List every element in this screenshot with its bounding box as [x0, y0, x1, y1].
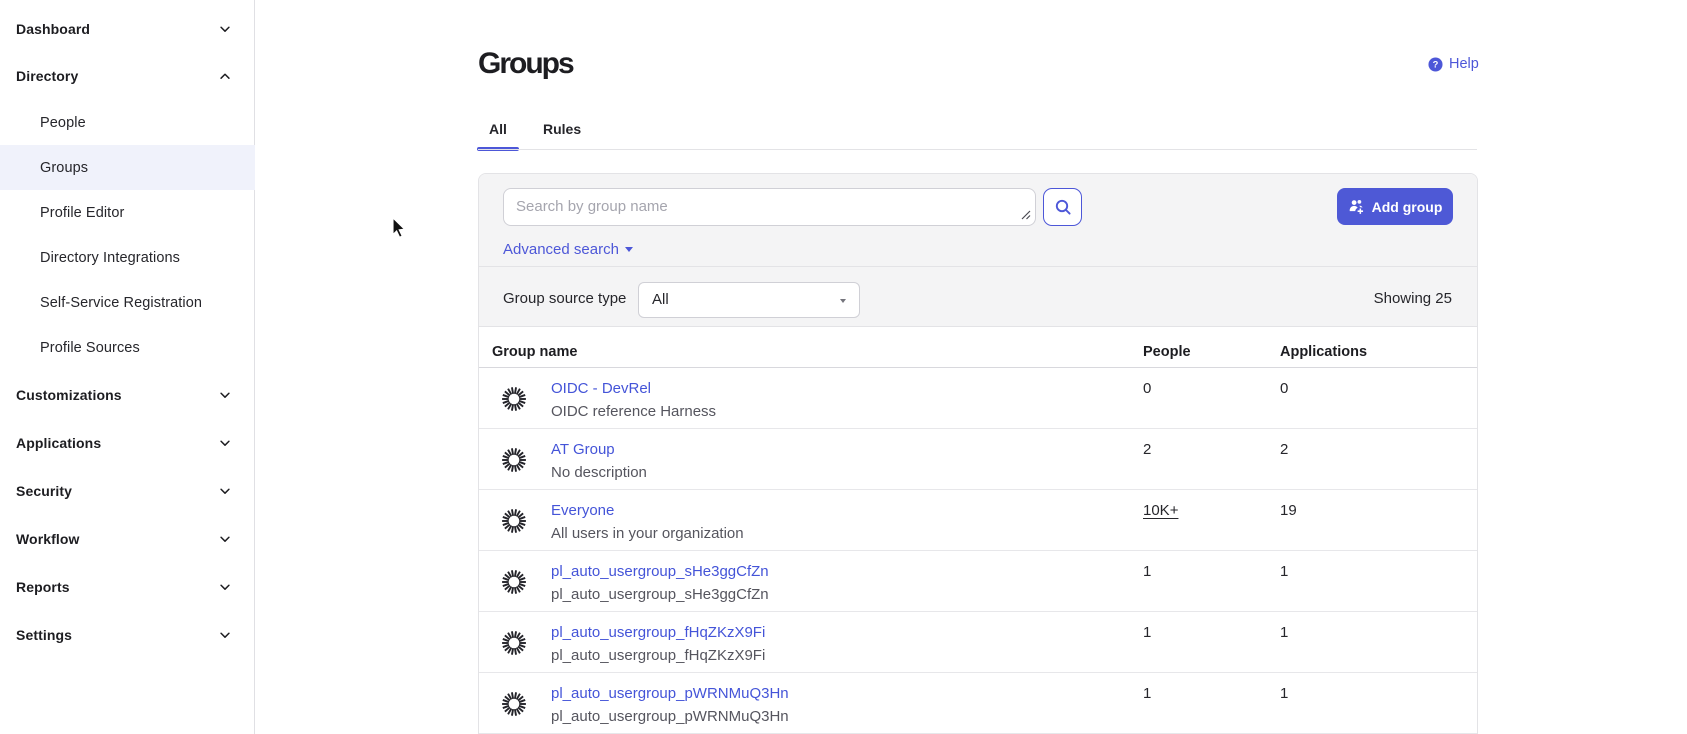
svg-text:?: ?	[1433, 59, 1439, 69]
